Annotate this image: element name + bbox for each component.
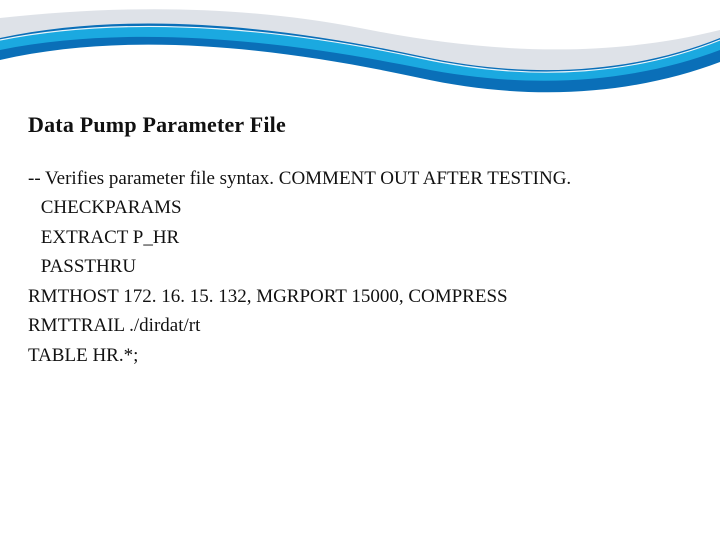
slide-wave-decoration [0,0,720,110]
wave-svg [0,0,720,110]
code-line: -- Verifies parameter file syntax. COMME… [28,164,692,193]
code-line: TABLE HR.*; [28,341,692,370]
code-line: EXTRACT P_HR [28,223,692,252]
slide-content: Data Pump Parameter File -- Verifies par… [28,112,692,370]
slide-title: Data Pump Parameter File [28,112,692,138]
code-line: RMTTRAIL ./dirdat/rt [28,311,692,340]
parameter-file-listing: -- Verifies parameter file syntax. COMME… [28,164,692,370]
code-line: PASSTHRU [28,252,692,281]
code-line: RMTHOST 172. 16. 15. 132, MGRPORT 15000,… [28,282,692,311]
presentation-slide: Data Pump Parameter File -- Verifies par… [0,0,720,540]
code-line: CHECKPARAMS [28,193,692,222]
